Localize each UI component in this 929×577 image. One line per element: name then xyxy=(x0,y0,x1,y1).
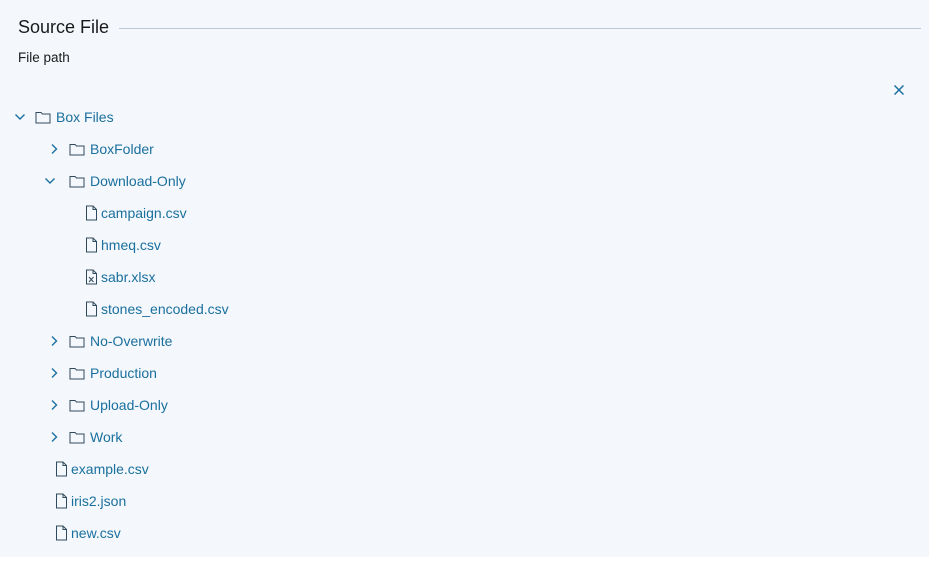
file-icon xyxy=(83,205,99,221)
tree-item-label: new.csv xyxy=(71,525,121,541)
tree-item-label: Work xyxy=(90,429,123,445)
folder-icon xyxy=(69,429,85,445)
tree-item-boxfolder[interactable]: BoxFolder xyxy=(47,137,154,161)
tree-item-new-csv[interactable]: new.csv xyxy=(53,521,121,545)
tree-item-work[interactable]: Work xyxy=(47,425,122,449)
file-icon xyxy=(53,461,69,477)
source-file-panel: Source File File path Box Files BoxFolde… xyxy=(0,0,929,557)
chevron-right-icon[interactable] xyxy=(47,398,61,412)
tree-item-label: sabr.xlsx xyxy=(101,269,156,285)
tree-item-label: stones_encoded.csv xyxy=(101,301,229,317)
tree-item-label: example.csv xyxy=(71,461,149,477)
tree-item-label: BoxFolder xyxy=(90,141,154,157)
tree-item-label: campaign.csv xyxy=(101,205,187,221)
clear-button[interactable] xyxy=(890,81,908,99)
folder-icon xyxy=(69,365,85,381)
tree-item-campaign-csv[interactable]: campaign.csv xyxy=(83,201,187,225)
tree-item-label: iris2.json xyxy=(71,493,127,509)
chevron-down-icon[interactable] xyxy=(43,174,57,188)
file-icon xyxy=(53,493,69,509)
tree-item-label: Box Files xyxy=(56,109,114,125)
tree-item-no-overwrite[interactable]: No-Overwrite xyxy=(47,329,172,353)
tree-item-label: hmeq.csv xyxy=(101,237,161,253)
header-divider xyxy=(119,27,921,29)
chevron-right-icon[interactable] xyxy=(47,430,61,444)
close-icon xyxy=(893,84,905,96)
tree-item-hmeq-csv[interactable]: hmeq.csv xyxy=(83,233,161,257)
file-icon xyxy=(83,301,99,317)
folder-icon xyxy=(69,397,85,413)
tree-item-label: Upload-Only xyxy=(90,397,168,413)
tree-item-sabr-xlsx[interactable]: sabr.xlsx xyxy=(83,265,155,289)
chevron-down-icon[interactable] xyxy=(13,110,27,124)
folder-icon xyxy=(69,173,85,189)
chevron-right-icon[interactable] xyxy=(47,366,61,380)
chevron-right-icon[interactable] xyxy=(47,334,61,348)
section-title: Source File xyxy=(18,16,110,37)
tree-item-label: Download-Only xyxy=(90,173,186,189)
tree-item-production[interactable]: Production xyxy=(47,361,157,385)
tree-item-stones-encoded-csv[interactable]: stones_encoded.csv xyxy=(83,297,229,321)
tree-item-label: Production xyxy=(90,365,157,381)
excel-file-icon xyxy=(83,269,99,285)
tree-item-box-files[interactable]: Box Files xyxy=(13,105,114,129)
tree-item-upload-only[interactable]: Upload-Only xyxy=(47,393,168,417)
file-icon xyxy=(83,237,99,253)
tree-item-download-only[interactable]: Download-Only xyxy=(43,169,186,193)
folder-icon xyxy=(35,109,51,125)
tree-item-example-csv[interactable]: example.csv xyxy=(53,457,149,481)
section-header: Source File xyxy=(18,14,921,40)
folder-icon xyxy=(69,141,85,157)
file-icon xyxy=(53,525,69,541)
tree-item-iris2-json[interactable]: iris2.json xyxy=(53,489,126,513)
file-path-label: File path xyxy=(18,50,70,65)
folder-icon xyxy=(69,333,85,349)
tree-item-label: No-Overwrite xyxy=(90,333,173,349)
chevron-right-icon[interactable] xyxy=(47,142,61,156)
